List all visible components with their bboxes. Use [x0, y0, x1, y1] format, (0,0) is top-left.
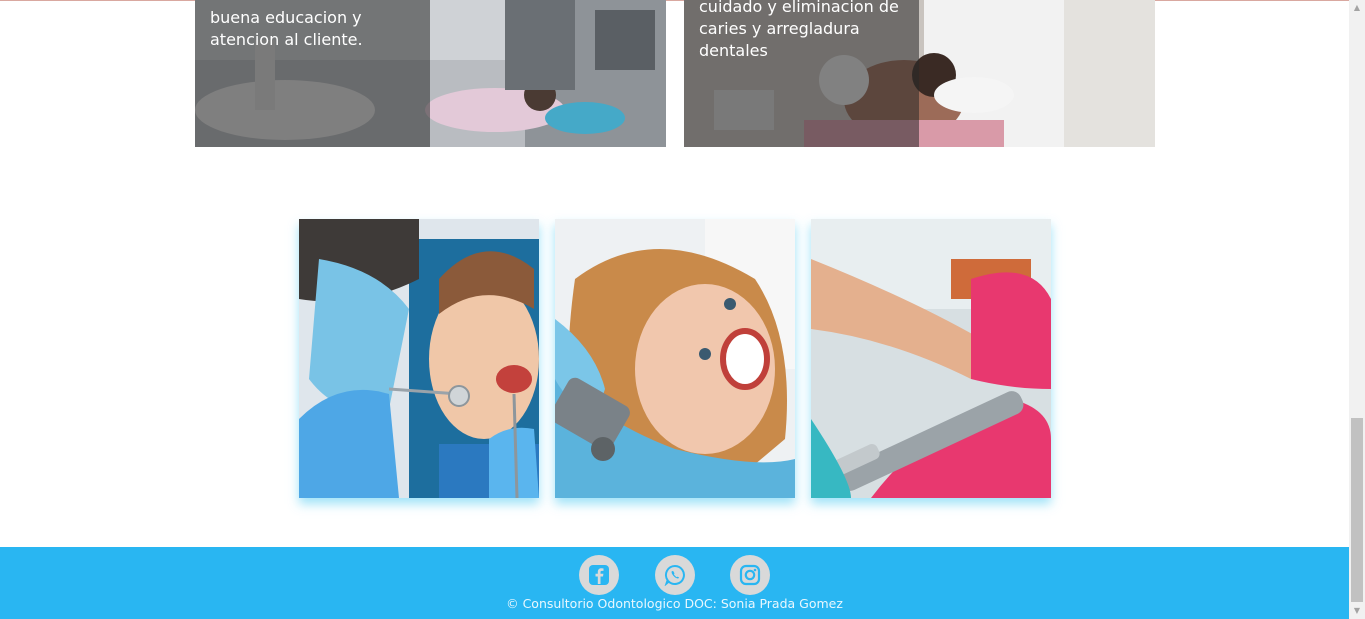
instagram-icon: [739, 564, 761, 586]
facebook-link[interactable]: [579, 555, 619, 595]
whatsapp-link[interactable]: [655, 555, 695, 595]
gallery-photo-smiling-girl[interactable]: [555, 219, 795, 498]
boy-dentist-image: [299, 219, 539, 498]
gallery-photo-boy-checkup[interactable]: [299, 219, 539, 498]
gallery-photo-dental-drill[interactable]: [811, 219, 1051, 498]
copyright-text: © Consultorio Odontologico DOC: Sonia Pr…: [506, 596, 843, 611]
service-card-education: buena educacion y atencion al cliente.: [195, 0, 666, 147]
scrollbar-thumb[interactable]: [1351, 418, 1363, 602]
service-text: buena educacion y atencion al cliente.: [210, 8, 363, 49]
service-text: cuidado y eliminacion de caries y arregl…: [699, 0, 899, 60]
whatsapp-icon: [664, 564, 685, 586]
dental-drill-image: [811, 219, 1051, 498]
scroll-down-arrow-icon[interactable]: ▼: [1351, 605, 1363, 617]
scroll-up-arrow-icon[interactable]: ▲: [1351, 2, 1363, 14]
instagram-link[interactable]: [730, 555, 770, 595]
facebook-icon: [589, 565, 609, 585]
footer: © Consultorio Odontologico DOC: Sonia Pr…: [0, 547, 1349, 619]
service-card-caries: cuidado y eliminacion de caries y arregl…: [684, 0, 1155, 147]
girl-dental-chair-image: [555, 219, 795, 498]
